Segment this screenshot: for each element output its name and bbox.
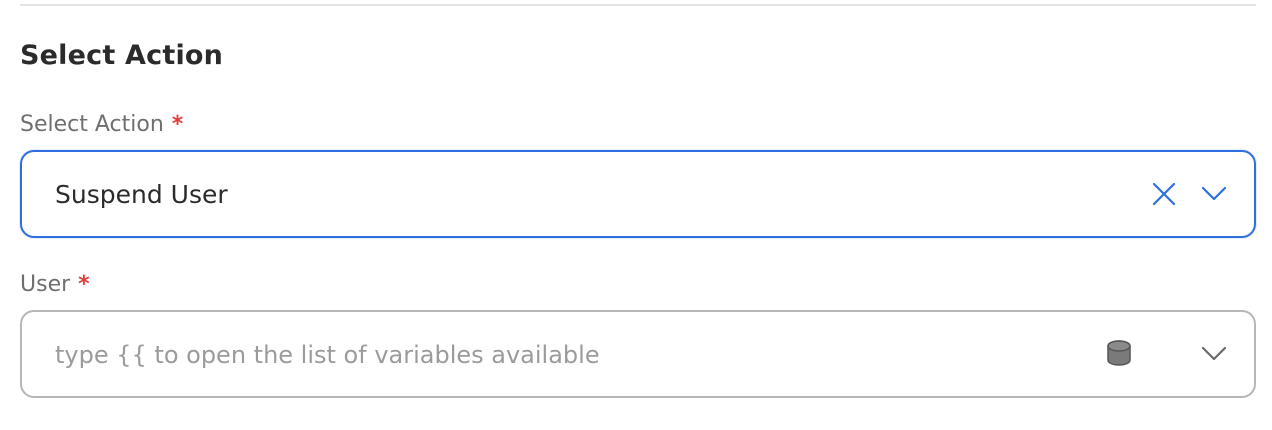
chevron-down-icon[interactable] [1200, 182, 1228, 206]
select-action-value: Suspend User [55, 180, 228, 209]
required-asterisk: * [78, 272, 90, 297]
top-divider [20, 4, 1256, 6]
required-asterisk: * [171, 112, 184, 137]
user-label-text: User [20, 272, 71, 297]
close-icon[interactable] [1150, 180, 1178, 208]
section-title: Select Action [20, 40, 224, 71]
chevron-down-icon[interactable] [1200, 342, 1228, 366]
user-input[interactable] [55, 340, 1095, 370]
select-action-label-text: Select Action [20, 112, 164, 137]
user-input-box[interactable] [20, 310, 1256, 398]
select-action-label: Select Action * [20, 111, 183, 139]
select-action-dropdown[interactable]: Suspend User [20, 150, 1256, 238]
user-label: User * [20, 271, 90, 299]
database-icon[interactable] [1104, 338, 1134, 370]
